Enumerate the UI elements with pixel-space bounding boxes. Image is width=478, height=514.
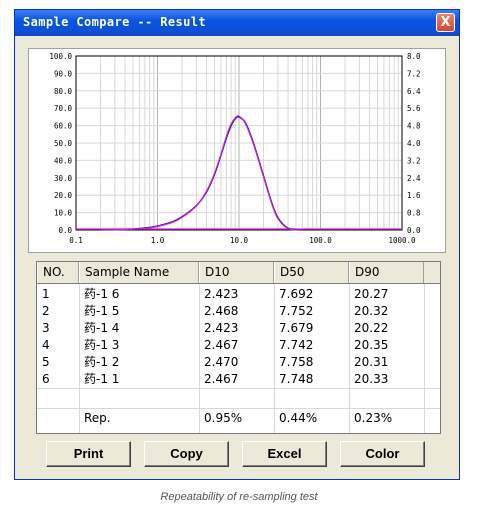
d50-cell: 7.752 — [279, 304, 314, 318]
d10-cell: 2.468 — [204, 304, 239, 318]
close-icon: X — [440, 15, 451, 30]
y-right-tick-label: 3.2 — [407, 156, 421, 165]
y-left-tick-label: 90.0 — [54, 69, 73, 78]
x-tick-label: 10.0 — [230, 236, 249, 245]
sample-name-cell: 药-1 5 — [84, 304, 120, 318]
row-divider — [37, 388, 440, 389]
x-tick-label: 1.0 — [151, 236, 165, 245]
y-left-tick-label: 100.0 — [49, 52, 72, 61]
y-left-tick-label: 70.0 — [54, 104, 73, 113]
y-right-tick-label: 6.4 — [407, 87, 421, 96]
column-header-no[interactable]: NO. — [37, 262, 79, 283]
d90-cell: 20.32 — [354, 304, 389, 318]
color-button[interactable]: Color — [340, 441, 425, 467]
table-row[interactable]: 4 药-1 3 2.467 7.742 20.35 — [37, 337, 440, 354]
d90-cell: 20.35 — [354, 338, 389, 352]
d10-cell: 2.467 — [204, 338, 239, 352]
column-header-sample-name[interactable]: Sample Name — [79, 262, 199, 283]
y-right-tick-label: 0.8 — [407, 209, 421, 218]
d10-cell: 2.467 — [204, 372, 239, 386]
d50-cell: 7.742 — [279, 338, 314, 352]
table-row[interactable]: 2 药-1 5 2.468 7.752 20.32 — [37, 303, 440, 320]
column-header-d50[interactable]: D50 — [274, 262, 349, 283]
d10-cell: 2.423 — [204, 287, 239, 301]
row-divider — [37, 408, 440, 409]
d90-cell: 20.33 — [354, 372, 389, 386]
no-cell: 4 — [42, 338, 50, 352]
y-left-tick-label: 80.0 — [54, 87, 73, 96]
y-left-tick-label: 50.0 — [54, 139, 73, 148]
y-left-tick-label: 0.0 — [58, 226, 72, 235]
d10-cell: 2.470 — [204, 355, 239, 369]
sample-name-cell: 药-1 2 — [84, 355, 120, 369]
table-row[interactable]: 3 药-1 4 2.423 7.679 20.22 — [37, 320, 440, 337]
d50-cell: 7.748 — [279, 372, 314, 386]
d50-cell: 7.758 — [279, 355, 314, 369]
x-tick-label: 0.1 — [69, 236, 83, 245]
results-table[interactable]: NO. Sample Name D10 D50 D90 1 药-1 6 2.423 7… — [36, 261, 441, 434]
no-cell: 6 — [42, 372, 50, 386]
excel-button[interactable]: Excel — [242, 441, 327, 467]
y-left-tick-label: 20.0 — [54, 191, 73, 200]
rep-d50-cell: 0.44% — [279, 411, 318, 425]
sample-name-cell: 药-1 3 — [84, 338, 120, 352]
sample-name-cell: 药-1 6 — [84, 287, 120, 301]
y-right-tick-label: 0.0 — [407, 226, 421, 235]
sample-compare-window: Sample Compare -- Result X 100.0 90.0 80.0… — [14, 9, 460, 480]
print-button[interactable]: Print — [46, 441, 131, 467]
no-cell: 2 — [42, 304, 50, 318]
window-title: Sample Compare -- Result — [23, 15, 206, 29]
figure-caption: Repeatability of re-sampling test — [160, 491, 318, 503]
table-header: NO. Sample Name D10 D50 D90 — [37, 262, 440, 284]
close-button[interactable]: X — [436, 13, 455, 32]
table-row[interactable]: 5 药-1 2 2.470 7.758 20.31 — [37, 354, 440, 371]
y-right-tick-label: 4.0 — [407, 139, 421, 148]
y-right-tick-label: 5.6 — [407, 104, 421, 113]
sample-name-cell: 药-1 1 — [84, 372, 120, 386]
no-cell: 1 — [42, 287, 50, 301]
d10-cell: 2.423 — [204, 321, 239, 335]
y-right-tick-label: 4.8 — [407, 122, 421, 131]
y-right-tick-label: 1.6 — [407, 191, 421, 200]
column-header-d90[interactable]: D90 — [349, 262, 424, 283]
y-right-tick-label: 2.4 — [407, 174, 421, 183]
y-left-tick-label: 10.0 — [54, 209, 73, 218]
y-left-tick-label: 40.0 — [54, 156, 73, 165]
dialog-client-area: 100.0 90.0 80.0 70.0 60.0 50.0 40.0 30.0 20.0 10.… — [22, 42, 452, 467]
d90-cell: 20.31 — [354, 355, 389, 369]
y-left-tick-label: 60.0 — [54, 122, 73, 131]
sample-name-cell: 药-1 4 — [84, 321, 120, 335]
d90-cell: 20.27 — [354, 287, 389, 301]
no-cell: 3 — [42, 321, 50, 335]
x-tick-label: 100.0 — [309, 236, 332, 245]
rep-d90-cell: 0.23% — [354, 411, 393, 425]
rep-no-cell — [37, 410, 79, 427]
rep-label-cell: Rep. — [84, 411, 111, 425]
table-row[interactable]: 1 药-1 6 2.423 7.692 20.27 — [37, 286, 440, 303]
rep-row[interactable]: Rep. 0.95% 0.44% 0.23% — [37, 410, 440, 427]
chart-svg: 100.0 90.0 80.0 70.0 60.0 50.0 40.0 30.0 20.0 10.… — [49, 52, 421, 245]
x-tick-label: 1000.0 — [388, 236, 416, 245]
no-cell: 5 — [42, 355, 50, 369]
table-row[interactable]: 6 药-1 1 2.467 7.748 20.33 — [37, 371, 440, 388]
d90-cell: 20.22 — [354, 321, 389, 335]
y-right-tick-label: 7.2 — [407, 69, 421, 78]
column-header-d10[interactable]: D10 — [199, 262, 274, 283]
rep-d10-cell: 0.95% — [204, 411, 243, 425]
distribution-chart: 100.0 90.0 80.0 70.0 60.0 50.0 40.0 30.0 20.0 10.… — [28, 48, 446, 253]
copy-button[interactable]: Copy — [144, 441, 229, 467]
d50-cell: 7.692 — [279, 287, 314, 301]
title-bar[interactable]: Sample Compare -- Result X — [15, 10, 459, 36]
y-right-tick-label: 8.0 — [407, 52, 421, 61]
d50-cell: 7.679 — [279, 321, 314, 335]
y-left-tick-label: 30.0 — [54, 174, 73, 183]
